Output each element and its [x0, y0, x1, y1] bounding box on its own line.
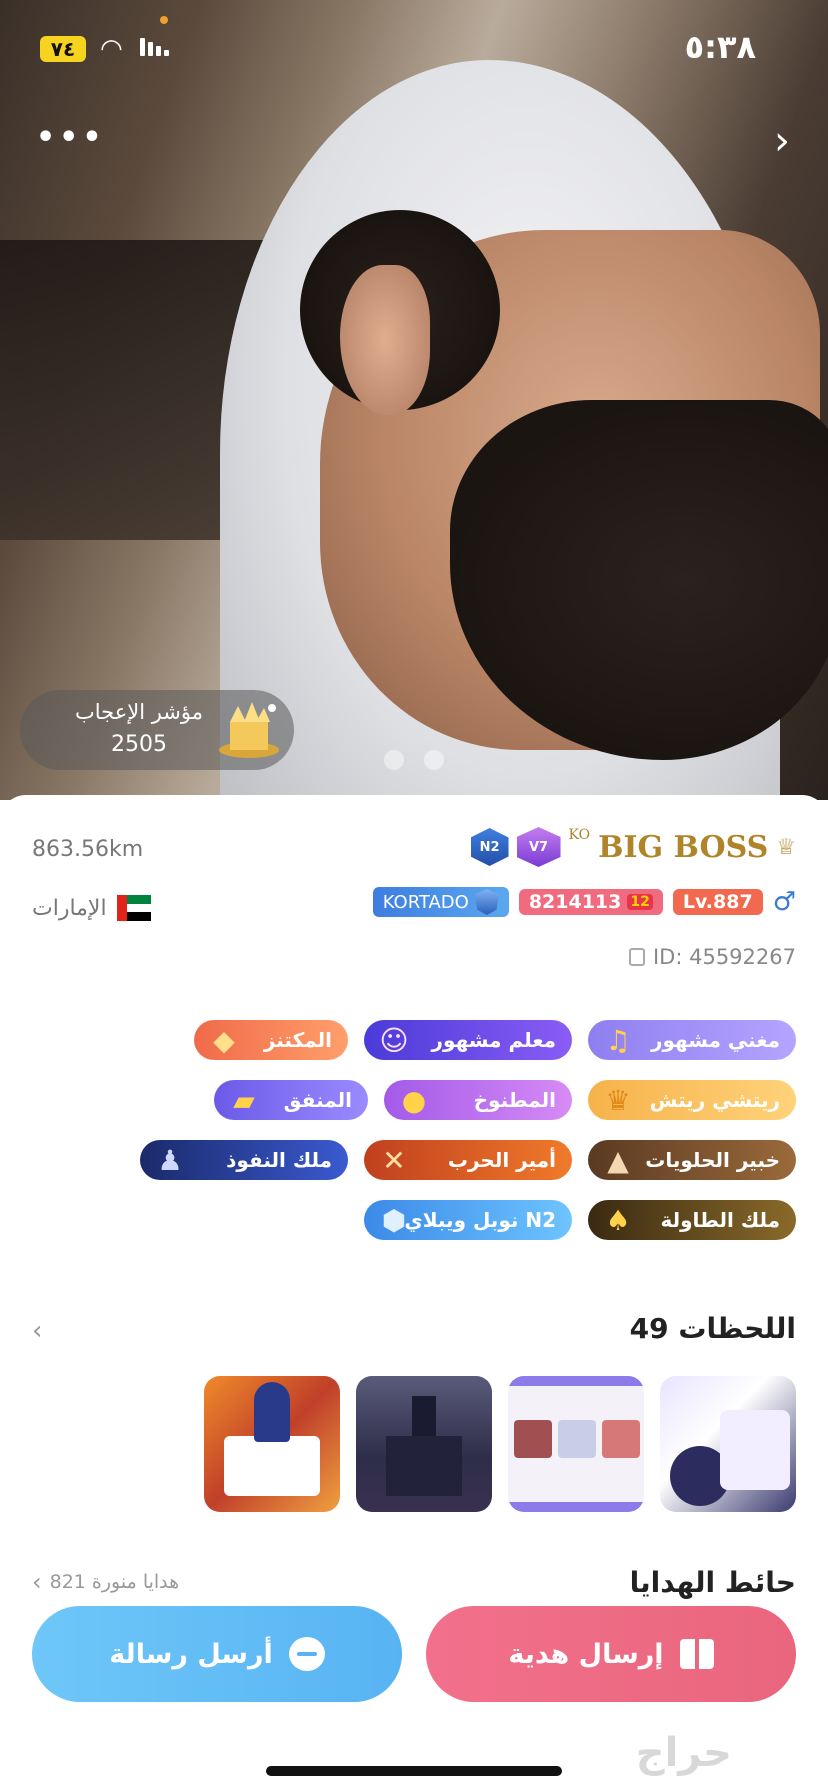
medal-label: نوبل ويبلاي N2: [404, 1208, 556, 1232]
chevron-left-icon[interactable]: ‹: [32, 1316, 42, 1346]
medal-sweets-expert[interactable]: ▲ خبير الحلويات: [588, 1140, 796, 1180]
id-row[interactable]: ID: 45592267: [628, 945, 796, 969]
medal-influence-king[interactable]: ♟ ملك النفوذ: [140, 1140, 348, 1180]
country-row: الإمارات: [32, 895, 151, 922]
people-icon: ♟: [157, 1143, 183, 1177]
send-gift-button[interactable]: إرسال هدية: [426, 1606, 796, 1702]
vip-badge[interactable]: V7: [516, 827, 561, 867]
admire-value: 2505: [111, 732, 167, 757]
send-gift-label: إرسال هدية: [508, 1638, 664, 1670]
pager-dot[interactable]: [424, 750, 444, 770]
golden-castle-icon: [219, 702, 279, 758]
male-icon: ♂: [772, 887, 796, 917]
family-name: KORTADO: [382, 891, 469, 913]
cake-icon: ▲: [607, 1143, 629, 1177]
home-indicator[interactable]: [266, 1766, 562, 1776]
medal-label: خبير الحلويات: [645, 1148, 780, 1172]
fans-rank: 12: [627, 894, 653, 910]
photo-pager: [384, 750, 444, 770]
admire-label: مؤشر الإعجاب: [74, 700, 204, 724]
gift-count: 821 هدايا منورة: [49, 1571, 180, 1593]
medal-label: ملك النفوذ: [226, 1148, 332, 1172]
user-name: BIG BOSS: [598, 829, 769, 865]
thumbnail-graphic: [386, 1436, 462, 1496]
moment-thumbnail[interactable]: [508, 1376, 644, 1512]
thumbnail-graphic: [254, 1382, 290, 1442]
medal-richie-rich[interactable]: ♛ ريتشي ريتش: [588, 1080, 796, 1120]
medal-famous-singer[interactable]: ♫ مغني مشهور: [588, 1020, 796, 1060]
thumbnail-graphic: [558, 1420, 596, 1458]
medal-hoarder[interactable]: ◆ المكتنز: [194, 1020, 348, 1060]
medal-mattnookh[interactable]: ● المطنوخ: [384, 1080, 572, 1120]
medal-spender[interactable]: ▰ المنفق: [214, 1080, 368, 1120]
coin-crown-icon: ♛: [605, 1083, 631, 1117]
wifi-icon: ◠: [100, 34, 123, 64]
medal-label: المنفق: [283, 1088, 352, 1112]
level-badge[interactable]: Lv.887: [672, 889, 763, 915]
medal-noble-weplay-n2[interactable]: ⬢ نوبل ويبلاي N2: [364, 1200, 572, 1240]
admire-index[interactable]: مؤشر الإعجاب 2505: [20, 690, 294, 770]
thumbnail-graphic: [602, 1420, 640, 1458]
medal-label: المطنوخ: [473, 1088, 556, 1112]
gift-wall-title[interactable]: حائط الهدايا: [630, 1566, 796, 1599]
medal-table-king[interactable]: ♠ ملك الطاولة: [588, 1200, 796, 1240]
country-label: الإمارات: [32, 895, 107, 921]
music-note-icon: ♫: [605, 1023, 631, 1057]
swords-icon: ✕: [382, 1143, 406, 1177]
profile-photo[interactable]: [0, 0, 828, 800]
thumbnail-graphic: [720, 1410, 790, 1490]
distance-label: 863.56km: [32, 837, 144, 862]
send-message-button[interactable]: أرسل رسالة: [32, 1606, 402, 1702]
family-shield-icon: [474, 889, 499, 915]
watermark-logo: حراج: [635, 1730, 732, 1776]
chat-bubble-icon: [288, 1637, 325, 1671]
user-id: ID: 45592267: [652, 945, 796, 969]
thumbnail-graphic: [508, 1376, 644, 1386]
thumbnail-graphic: [514, 1420, 552, 1458]
moments-title[interactable]: اللحظات 49: [630, 1312, 796, 1345]
family-badge[interactable]: KORTADO: [372, 887, 509, 917]
noble-badge[interactable]: N2: [470, 828, 509, 866]
medal-label: مغني مشهور: [650, 1028, 780, 1052]
moment-thumbnail[interactable]: [356, 1376, 492, 1512]
gift-box-icon: [679, 1639, 714, 1669]
name-prefix: KO: [568, 827, 591, 843]
medal-war-prince[interactable]: ✕ أمير الحرب: [364, 1140, 572, 1180]
badge-row: KORTADO 8214113 12 Lv.887 ♂: [372, 887, 796, 917]
gift-count-link[interactable]: ‹ 821 هدايا منورة: [32, 1568, 179, 1596]
medal-label: معلم مشهور: [431, 1028, 556, 1052]
clock: ٥:٣٨: [684, 28, 756, 66]
cards-icon: ♠: [605, 1203, 631, 1237]
medal-label: أمير الحرب: [447, 1148, 556, 1172]
name-row: N2 V7 KO BIG BOSS ♕: [470, 827, 796, 867]
pager-dot[interactable]: [384, 750, 404, 770]
crown-icon: ♕: [776, 834, 796, 860]
copy-icon[interactable]: [628, 948, 645, 966]
privacy-indicator: [160, 16, 168, 24]
send-message-label: أرسل رسالة: [109, 1638, 273, 1670]
medal-label: ملك الطاولة: [660, 1208, 780, 1232]
battery-icon: ٧٤: [40, 36, 86, 62]
fans-id: 8214113: [528, 891, 622, 913]
gold-bars-icon: ▰: [233, 1083, 255, 1117]
coins-icon: ●: [401, 1083, 427, 1117]
moment-thumbnail[interactable]: [204, 1376, 340, 1512]
signal-icon: [140, 38, 169, 56]
avatar-icon: ☺: [379, 1023, 409, 1057]
gold-icon: ◆: [213, 1023, 235, 1057]
n2-badge-icon: ⬢: [381, 1203, 407, 1237]
thumbnail-graphic: [224, 1436, 320, 1496]
medal-label: المكتنز: [263, 1028, 332, 1052]
moment-thumbnail[interactable]: [660, 1376, 796, 1512]
fans-badge[interactable]: 8214113 12: [518, 889, 663, 915]
chevron-left-icon: ‹: [32, 1568, 42, 1596]
back-button[interactable]: ›: [774, 118, 790, 164]
uae-flag-icon: [116, 895, 151, 922]
status-bar: ٧٤ ◠ ٥:٣٨: [0, 16, 828, 74]
more-options-button[interactable]: •••: [36, 120, 106, 155]
photo-ear: [340, 265, 430, 415]
thumbnail-graphic: [508, 1502, 644, 1512]
medal-famous-teacher[interactable]: ☺ معلم مشهور: [364, 1020, 572, 1060]
medal-label: ريتشي ريتش: [649, 1088, 780, 1112]
